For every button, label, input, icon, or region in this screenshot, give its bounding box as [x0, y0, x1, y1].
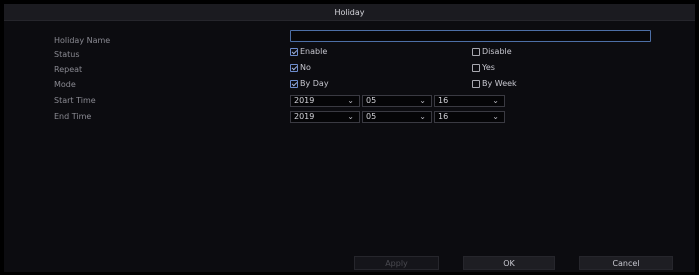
mode-label: Mode	[54, 80, 76, 89]
chevron-down-icon: ⌄	[492, 96, 499, 105]
start-day-value: 16	[438, 96, 449, 105]
chevron-down-icon: ⌄	[419, 112, 426, 121]
repeat-label: Repeat	[54, 65, 83, 74]
mode-by-day-option[interactable]: By Day	[290, 79, 329, 89]
holiday-dialog: Holiday Holiday Name Status Repeat Mode …	[4, 4, 695, 272]
checkbox-icon[interactable]	[472, 48, 480, 56]
repeat-no-label: No	[300, 63, 311, 72]
apply-button[interactable]: Apply	[354, 256, 439, 270]
start-year-select[interactable]: 2019 ⌄	[290, 95, 360, 107]
chevron-down-icon: ⌄	[492, 112, 499, 121]
start-day-select[interactable]: 16 ⌄	[434, 95, 505, 107]
mode-by-week-option[interactable]: By Week	[472, 79, 517, 89]
start-month-select[interactable]: 05 ⌄	[362, 95, 432, 107]
dialog-title: Holiday	[4, 4, 695, 21]
checkbox-checked-icon[interactable]	[290, 80, 298, 88]
status-disable-option[interactable]: Disable	[472, 47, 512, 57]
checkbox-icon[interactable]	[472, 64, 480, 72]
status-enable-label: Enable	[300, 47, 328, 56]
start-time-label: Start Time	[54, 96, 96, 105]
end-year-select[interactable]: 2019 ⌄	[290, 111, 360, 123]
end-year-value: 2019	[294, 112, 315, 121]
status-enable-option[interactable]: Enable	[290, 47, 327, 57]
holiday-name-input[interactable]	[290, 30, 651, 42]
chevron-down-icon: ⌄	[347, 112, 354, 121]
start-month-value: 05	[366, 96, 377, 105]
status-disable-label: Disable	[482, 47, 512, 56]
end-month-select[interactable]: 05 ⌄	[362, 111, 432, 123]
start-year-value: 2019	[294, 96, 315, 105]
repeat-yes-label: Yes	[482, 63, 495, 72]
chevron-down-icon: ⌄	[347, 96, 354, 105]
end-time-label: End Time	[54, 112, 92, 121]
repeat-no-option[interactable]: No	[290, 63, 311, 73]
chevron-down-icon: ⌄	[419, 96, 426, 105]
mode-by-day-label: By Day	[300, 79, 329, 88]
end-month-value: 05	[366, 112, 377, 121]
end-day-value: 16	[438, 112, 449, 121]
checkbox-checked-icon[interactable]	[290, 48, 298, 56]
repeat-yes-option[interactable]: Yes	[472, 63, 495, 73]
status-label: Status	[54, 50, 80, 59]
end-day-select[interactable]: 16 ⌄	[434, 111, 505, 123]
ok-button[interactable]: OK	[463, 256, 555, 270]
cancel-button[interactable]: Cancel	[579, 256, 673, 270]
checkbox-icon[interactable]	[472, 80, 480, 88]
mode-by-week-label: By Week	[482, 79, 517, 88]
checkbox-checked-icon[interactable]	[290, 64, 298, 72]
holiday-name-label: Holiday Name	[54, 36, 111, 45]
